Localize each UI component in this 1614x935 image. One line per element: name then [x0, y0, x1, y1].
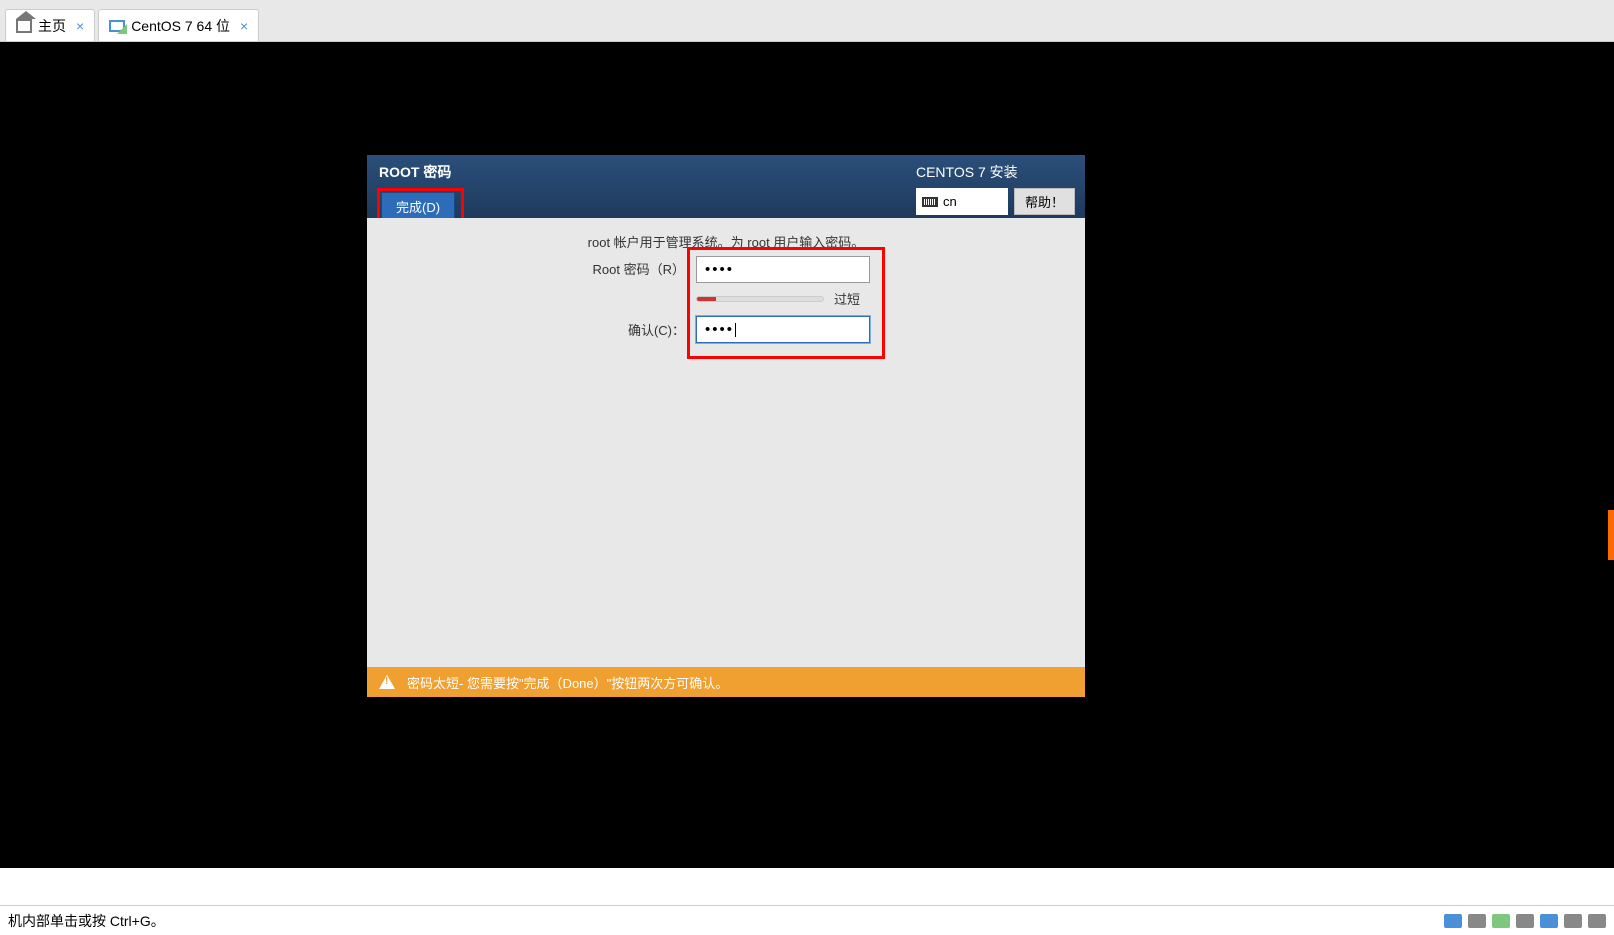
keyboard-icon: [922, 197, 938, 207]
vm-screen[interactable]: ROOT 密码 完成(D) CENTOS 7 安装 cn 帮助！ root 帐户…: [0, 42, 1614, 868]
status-bar: 机内部单击或按 Ctrl+G。: [0, 905, 1614, 935]
tray-icon[interactable]: [1540, 914, 1558, 928]
tray-icon[interactable]: [1444, 914, 1462, 928]
system-tray: [1444, 914, 1606, 928]
install-title: CENTOS 7 安装: [916, 162, 1075, 182]
help-button[interactable]: 帮助！: [1014, 188, 1075, 215]
status-hint: 机内部单击或按 Ctrl+G。: [8, 911, 165, 931]
confirm-password-input[interactable]: ••••: [696, 316, 870, 343]
done-button[interactable]: 完成(D): [381, 192, 455, 221]
page-title: ROOT 密码: [377, 162, 464, 182]
tray-icon[interactable]: [1588, 914, 1606, 928]
password-highlight-box: •••• 过短 ••••: [687, 247, 885, 359]
tray-icon[interactable]: [1468, 914, 1486, 928]
root-password-label: Root 密码（R）: [587, 259, 685, 278]
password-strength-bar: [696, 296, 824, 302]
tab-home-label: 主页: [38, 16, 66, 36]
tab-bar: 主页 × CentOS 7 64 位 ×: [0, 0, 1614, 42]
close-icon[interactable]: ×: [76, 18, 84, 34]
warning-bar: 密码太短- 您需要按"完成（Done）"按钮两次方可确认。: [367, 667, 1085, 697]
home-icon: [16, 19, 32, 33]
warning-icon: [379, 675, 395, 689]
form-labels: Root 密码（R） 确认(C)：: [587, 259, 685, 339]
tab-home[interactable]: 主页 ×: [5, 9, 95, 41]
installer-header: ROOT 密码 完成(D) CENTOS 7 安装 cn 帮助！: [367, 155, 1085, 218]
password-strength-label: 过短: [834, 289, 860, 308]
installer-window: ROOT 密码 完成(D) CENTOS 7 安装 cn 帮助！ root 帐户…: [367, 155, 1085, 697]
confirm-password-label: 确认(C)：: [587, 320, 685, 339]
installer-body: root 帐户用于管理系统。为 root 用户输入密码。 Root 密码（R） …: [367, 218, 1085, 667]
vm-icon: [109, 20, 125, 32]
warning-text: 密码太短- 您需要按"完成（Done）"按钮两次方可确认。: [407, 673, 728, 692]
close-icon[interactable]: ×: [240, 18, 248, 34]
language-indicator[interactable]: cn: [916, 188, 1008, 215]
tray-icon[interactable]: [1516, 914, 1534, 928]
root-password-input[interactable]: ••••: [696, 256, 870, 283]
tab-vm[interactable]: CentOS 7 64 位 ×: [98, 9, 259, 41]
tray-icon[interactable]: [1492, 914, 1510, 928]
side-handle[interactable]: [1608, 510, 1614, 560]
language-code: cn: [943, 194, 957, 209]
tray-icon[interactable]: [1564, 914, 1582, 928]
tab-vm-label: CentOS 7 64 位: [131, 16, 230, 36]
